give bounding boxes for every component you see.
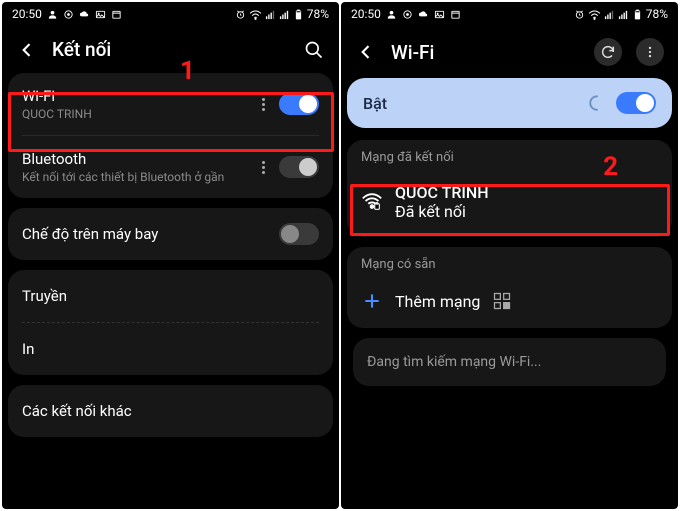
loading-icon [588,94,606,112]
search-button[interactable] [303,39,325,61]
header: Wi-Fi [341,26,678,78]
page-title: Kết nối [52,38,289,61]
status-cloud-icon [418,9,429,20]
page-title: Wi-Fi [391,41,580,64]
bluetooth-more-icon[interactable] [258,161,269,174]
status-signal2-icon [279,9,290,20]
connections-screen: 20:50 78% Kết nối 1 [2,2,339,509]
network-status: Đã kết nối [395,202,489,221]
bluetooth-row[interactable]: Bluetooth Kết nối tới các thiết bị Bluet… [8,136,333,198]
status-calendar-icon [111,9,122,20]
available-section-header: Mạng có sẵn [347,247,672,278]
status-alarm-icon [574,9,585,20]
wifi-subtitle: QUOC TRINH [22,107,258,121]
status-person-icon [386,9,397,20]
header: Kết nối [2,26,339,73]
wifi-main-toggle[interactable] [616,92,656,114]
scanning-card: Đang tìm kiếm mạng Wi-Fi... [353,338,666,386]
add-network-label: Thêm mạng [395,292,480,311]
print-row[interactable]: In [8,323,333,375]
wifi-row[interactable]: Wi-Fi QUOC TRINH [8,73,333,135]
status-person-icon [47,9,58,20]
back-button[interactable] [355,41,377,63]
status-time: 20:50 [12,7,42,21]
more-button[interactable] [636,38,664,66]
status-target-icon [402,9,413,20]
other-connections-row[interactable]: Các kết nối khác [8,385,333,437]
bluetooth-toggle[interactable] [279,156,319,178]
network-name: QUOC TRINH [395,183,489,202]
status-cloud-icon [79,9,90,20]
refresh-button[interactable] [594,38,622,66]
wifi-toggle[interactable] [279,93,319,115]
status-signal-icon [265,9,276,20]
qr-icon[interactable] [492,291,512,311]
wifi-title: Wi-Fi [22,87,258,105]
wifi-more-icon[interactable] [258,98,269,111]
status-battery-icon [293,9,304,20]
bluetooth-subtitle: Kết nối tới các thiết bị Bluetooth ở gần [22,170,258,184]
wifi-on-card: Bật [347,78,672,128]
status-time: 20:50 [351,7,381,21]
status-battery-percent: 78% [307,7,329,21]
status-battery-icon [632,9,643,20]
status-image-icon [434,9,445,20]
airplane-toggle[interactable] [279,223,319,245]
status-battery-percent: 78% [646,7,668,21]
status-bar: 20:50 78% [341,2,678,26]
plus-icon [361,290,383,312]
cast-title: Truyền [22,287,319,305]
status-bar: 20:50 78% [2,2,339,26]
wifi-screen: 20:50 78% Wi-Fi [341,2,678,509]
airplane-row[interactable]: Chế độ trên máy bay [8,208,333,260]
wifi-on-label: Bật [363,94,588,113]
other-title: Các kết nối khác [22,402,319,420]
status-alarm-icon [235,9,246,20]
status-target-icon [63,9,74,20]
bluetooth-title: Bluetooth [22,150,258,168]
wifi-signal-icon [361,191,383,213]
airplane-title: Chế độ trên máy bay [22,225,279,243]
status-wifi-icon [249,9,262,20]
back-button[interactable] [16,39,38,61]
add-network-row[interactable]: Thêm mạng [347,278,672,324]
print-title: In [22,340,319,358]
status-signal-icon [604,9,615,20]
connected-network-row[interactable]: QUOC TRINH Đã kết nối [347,171,672,233]
status-image-icon [95,9,106,20]
connected-section-header: Mạng đã kết nối [347,140,672,171]
status-signal2-icon [618,9,629,20]
status-wifi-icon [588,9,601,20]
status-calendar-icon [450,9,461,20]
cast-row[interactable]: Truyền [8,270,333,322]
